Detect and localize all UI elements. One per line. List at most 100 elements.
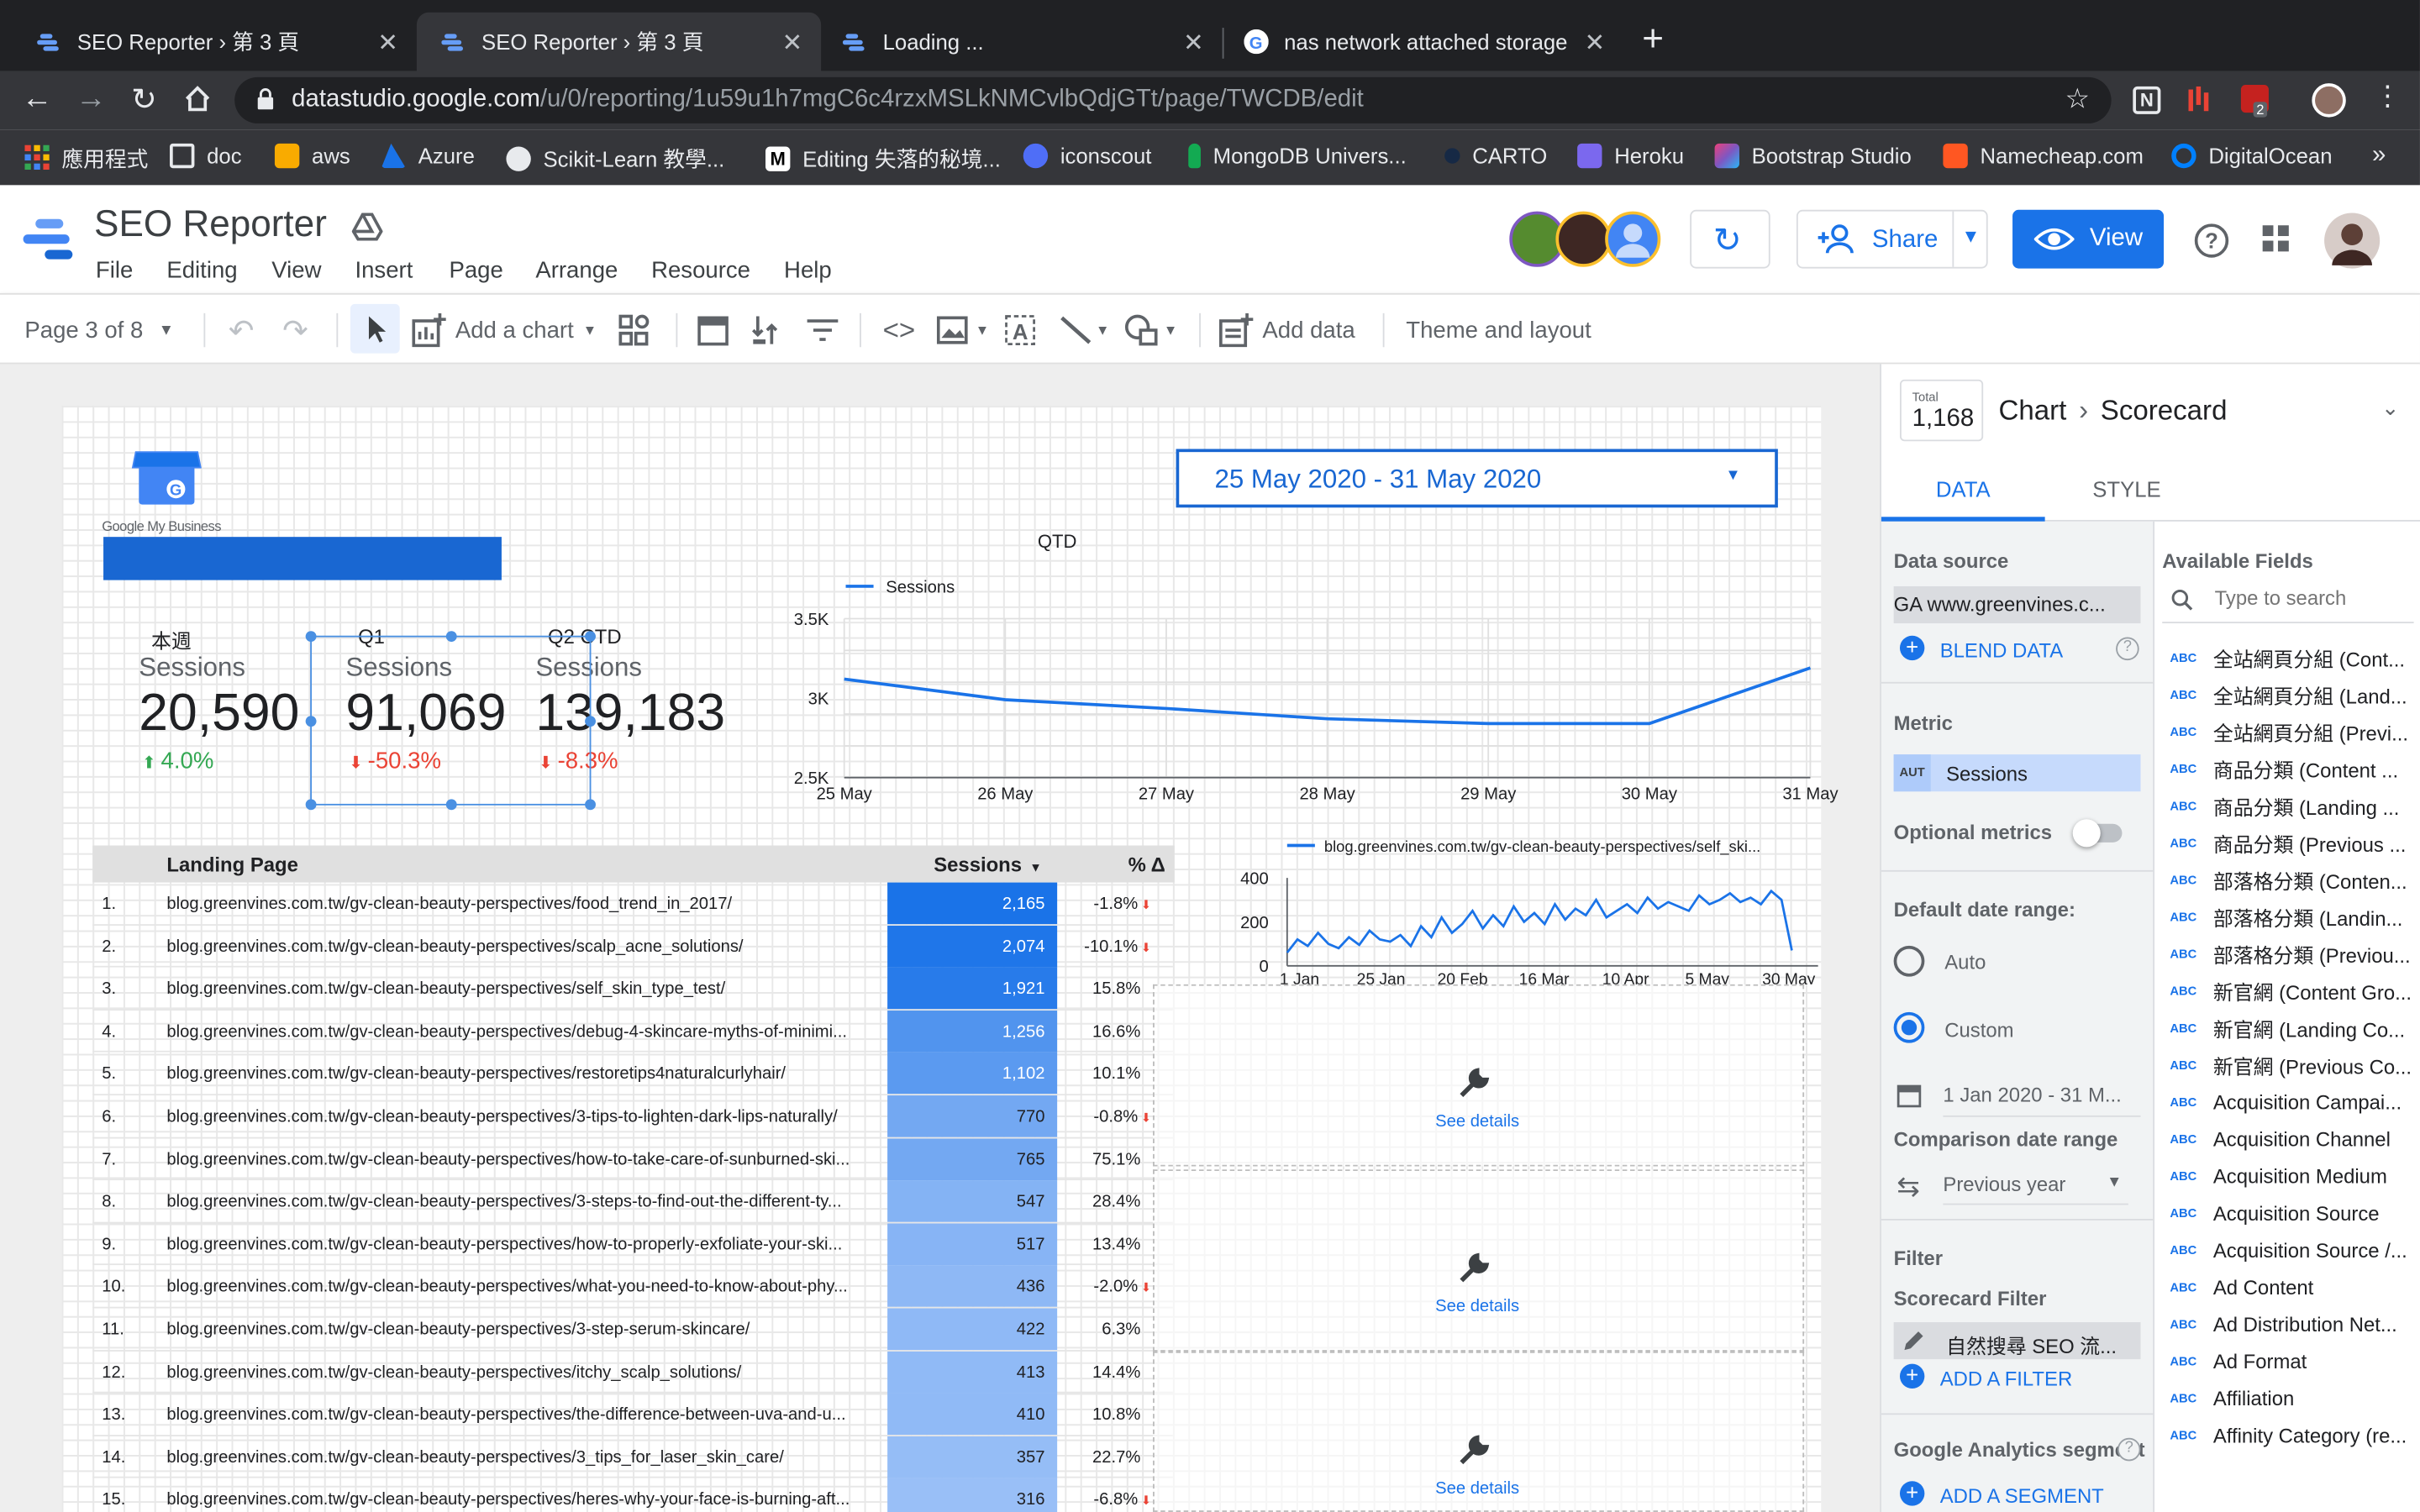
table-row[interactable]: 9. blog.greenvines.com.tw/gv-clean-beauty… [92,1223,1173,1266]
banner-rectangle[interactable] [103,537,502,580]
filter-chip[interactable]: 自然搜尋 SEO 流... [1893,1322,2141,1361]
resize-handle[interactable] [445,631,457,643]
resize-handle[interactable] [585,716,596,727]
resize-handle[interactable] [305,631,317,643]
page-selector[interactable]: Page 3 of 8 ▼ [24,295,173,365]
filter-control-icon[interactable] [806,295,839,365]
share-button[interactable]: Share ▼ [1796,209,1988,269]
menu-arrange[interactable]: Arrange [535,258,651,284]
menu-page[interactable]: Page [449,258,535,284]
page-sessions-line-chart[interactable]: blog.greenvines.com.tw/gv-clean-beauty-p… [1170,830,1823,989]
close-tab-icon[interactable]: ✕ [1183,28,1204,59]
close-tab-icon[interactable]: ✕ [1585,28,1606,59]
bookmark-heroku[interactable]: Heroku [1577,143,1684,169]
shape-icon[interactable]: ▼ [1123,295,1177,365]
table-row[interactable]: 3. blog.greenvines.com.tw/gv-clean-beauty… [92,967,1173,1011]
menu-view[interactable]: View [271,258,355,284]
field-item[interactable]: ABC 新官網 (Content Gro... [2170,972,2417,1009]
bookmark-digitalocean[interactable]: DigitalOcean [2171,143,2333,169]
ublock-extension-icon[interactable]: 2 [2240,85,2269,118]
undo-icon[interactable]: ↶ [229,295,255,365]
field-item[interactable]: ABC Affiliation [2170,1379,2417,1416]
field-item[interactable]: ABC 全站網頁分組 (Land... [2170,675,2417,712]
resize-handle[interactable] [445,799,457,811]
notion-extension-icon[interactable]: N [2133,86,2161,114]
help-icon[interactable]: ? [2116,637,2139,661]
field-item[interactable]: ABC 新官網 (Landing Co... [2170,1009,2417,1046]
more-vert-icon[interactable]: ⋮ [2374,81,2402,113]
field-item[interactable]: ABC 商品分類 (Previous ... [2170,824,2417,861]
see-details-link[interactable]: See details [1435,1112,1519,1131]
field-item[interactable]: ABC 部落格分類 (Conten... [2170,861,2417,898]
resize-handle[interactable] [305,716,317,727]
pencil-icon[interactable] [1902,1328,1926,1361]
collaborator-avatar[interactable] [1605,211,1661,267]
google-my-business-logo[interactable]: G Google My Business [102,446,234,538]
see-details-link[interactable]: See details [1435,1479,1519,1498]
menu-file[interactable]: File [96,258,166,284]
line-icon[interactable]: ▼ [1059,295,1109,365]
table-row[interactable]: 2. blog.greenvines.com.tw/gv-clean-beauty… [92,925,1173,968]
field-item[interactable]: ABC Acquisition Source /... [2170,1231,2417,1268]
tab-style[interactable]: STYLE [2045,457,2209,522]
field-item[interactable]: ABC 商品分類 (Landing ... [2170,787,2417,824]
field-item[interactable]: ABC Affinity Category (re... [2170,1416,2417,1453]
column-header-sessions[interactable]: Sessions ▼ [934,853,1042,877]
field-item[interactable]: ABC 部落格分類 (Previou... [2170,935,2417,972]
chart-config-error-box[interactable]: See details [1153,1351,1805,1512]
field-search-input[interactable] [2214,585,2408,610]
scorecard-this-week[interactable]: 本週 Sessions 20,590 ⬆ 4.0% [139,619,308,789]
image-icon[interactable]: ▼ [936,295,989,365]
bookmark-doc[interactable]: doc [170,143,242,169]
reload-icon[interactable]: ↻ [131,81,157,119]
comparison-range-dropdown[interactable]: Previous year ▼ [1943,1168,2128,1205]
table-row[interactable]: 8. blog.greenvines.com.tw/gv-clean-beauty… [92,1180,1173,1223]
profile-avatar[interactable] [2312,83,2346,118]
optional-metrics-toggle[interactable] [2072,819,2123,848]
data-control-icon[interactable] [751,295,782,365]
embed-code-icon[interactable]: <> [883,295,916,365]
bookmark-star-icon[interactable]: ☆ [2065,83,2091,116]
chart-config-error-box[interactable]: See details [1153,1169,1805,1352]
field-item[interactable]: ABC Acquisition Medium [2170,1158,2417,1194]
address-bar[interactable]: datastudio.google.com/u/0/reporting/1u59… [234,76,2112,123]
resize-handle[interactable] [585,799,596,811]
tab-data[interactable]: DATA [1881,457,2045,522]
menu-editing[interactable]: Editing [166,258,271,284]
field-item[interactable]: ABC Acquisition Campai... [2170,1083,2417,1120]
metric-aggregation-tag[interactable]: AUT [1893,754,1931,792]
chart-type-thumbnail[interactable]: Total 1,168 [1899,379,1984,442]
table-row[interactable]: 1. blog.greenvines.com.tw/gv-clean-beauty… [92,882,1173,926]
resize-handle[interactable] [585,631,596,643]
field-item[interactable]: ABC Ad Format [2170,1342,2417,1379]
community-visualizations-icon[interactable] [618,295,651,365]
field-item[interactable]: ABC Ad Content [2170,1268,2417,1305]
chevron-down-icon[interactable]: ⌄ [2381,395,2400,421]
select-tool-button[interactable] [350,303,400,354]
table-row[interactable]: 6. blog.greenvines.com.tw/gv-clean-beauty… [92,1095,1173,1138]
browser-tab-active[interactable]: SEO Reporter › 第 3 頁 ✕ [416,12,822,71]
field-item[interactable]: ABC 新官網 (Previous Co... [2170,1046,2417,1083]
text-box-icon[interactable]: A [1005,295,1039,365]
report-title[interactable]: SEO Reporter [94,203,327,246]
table-row[interactable]: 7. blog.greenvines.com.tw/gv-clean-beauty… [92,1137,1173,1181]
help-icon[interactable]: ? [2194,223,2229,258]
browser-tab[interactable]: G nas network attached storage ✕ [1219,13,1623,71]
field-item[interactable]: ABC 部落格分類 (Landin... [2170,898,2417,935]
theme-and-layout-button[interactable]: Theme and layout [1406,295,1591,365]
field-item[interactable]: ABC 全站網頁分組 (Cont... [2170,638,2417,675]
bookmark-bootstrap-studio[interactable]: Bootstrap Studio [1714,143,1912,169]
menu-insert[interactable]: Insert [355,258,449,284]
bookmark-iconscout[interactable]: iconscout [1023,143,1151,169]
bookmark-medium[interactable]: M Editing 失落的秘境... [765,144,1001,175]
field-item[interactable]: ABC Ad Distribution Net... [2170,1305,2417,1342]
field-search[interactable] [2162,583,2414,624]
blend-data-button[interactable]: BLEND DATA [1940,638,2063,662]
add-filter-button[interactable]: ADD A FILTER [1940,1367,2072,1390]
back-icon[interactable]: ← [22,81,53,117]
data-studio-logo-icon[interactable] [23,216,76,273]
field-item[interactable]: ABC Acquisition Source [2170,1194,2417,1231]
table-row[interactable]: 13. blog.greenvines.com.tw/gv-clean-beaut… [92,1393,1173,1436]
metric-chip[interactable]: AUT Sessions [1893,754,2141,792]
field-item[interactable]: ABC Acquisition Channel [2170,1120,2417,1157]
